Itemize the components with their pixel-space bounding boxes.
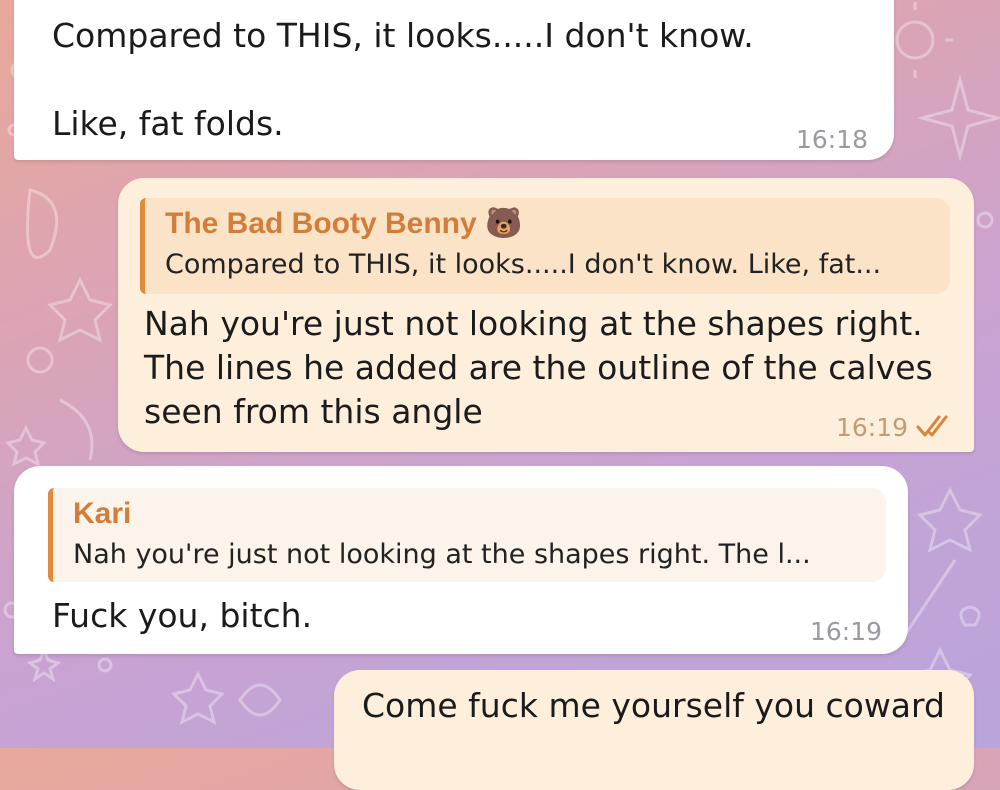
reply-quoted-text: Nah you're just not looking at the shape… xyxy=(73,539,811,570)
message-bubble-incoming[interactable]: Kari Nah you're just not looking at the … xyxy=(14,466,908,654)
double-check-icon xyxy=(916,415,948,437)
message-bubble-outgoing[interactable]: The Bad Booty Benny 🐻 Compared to THIS, … xyxy=(118,178,974,452)
message-bubble-outgoing[interactable]: Come fuck me yourself you coward xyxy=(334,670,974,790)
reply-sender-name: Kari xyxy=(73,497,132,530)
message-text: Nah you're just not looking at the shape… xyxy=(144,304,933,431)
message-time: 16:18 xyxy=(795,125,868,154)
reply-preview[interactable]: The Bad Booty Benny 🐻 Compared to THIS, … xyxy=(140,198,950,294)
reply-preview[interactable]: Kari Nah you're just not looking at the … xyxy=(48,488,886,582)
message-text: Fuck you, bitch. xyxy=(52,596,313,635)
message-bubble-incoming[interactable]: Compared to THIS, it looks.....I don't k… xyxy=(14,0,894,160)
reply-sender-name: The Bad Booty Benny 🐻 xyxy=(165,207,523,240)
message-text: Compared to THIS, it looks.....I don't k… xyxy=(52,16,754,143)
reply-quoted-text: Compared to THIS, it looks.....I don't k… xyxy=(165,249,882,280)
message-text: Come fuck me yourself you coward xyxy=(362,686,945,725)
message-time: 16:19 xyxy=(809,617,882,646)
message-time: 16:19 xyxy=(835,413,908,442)
